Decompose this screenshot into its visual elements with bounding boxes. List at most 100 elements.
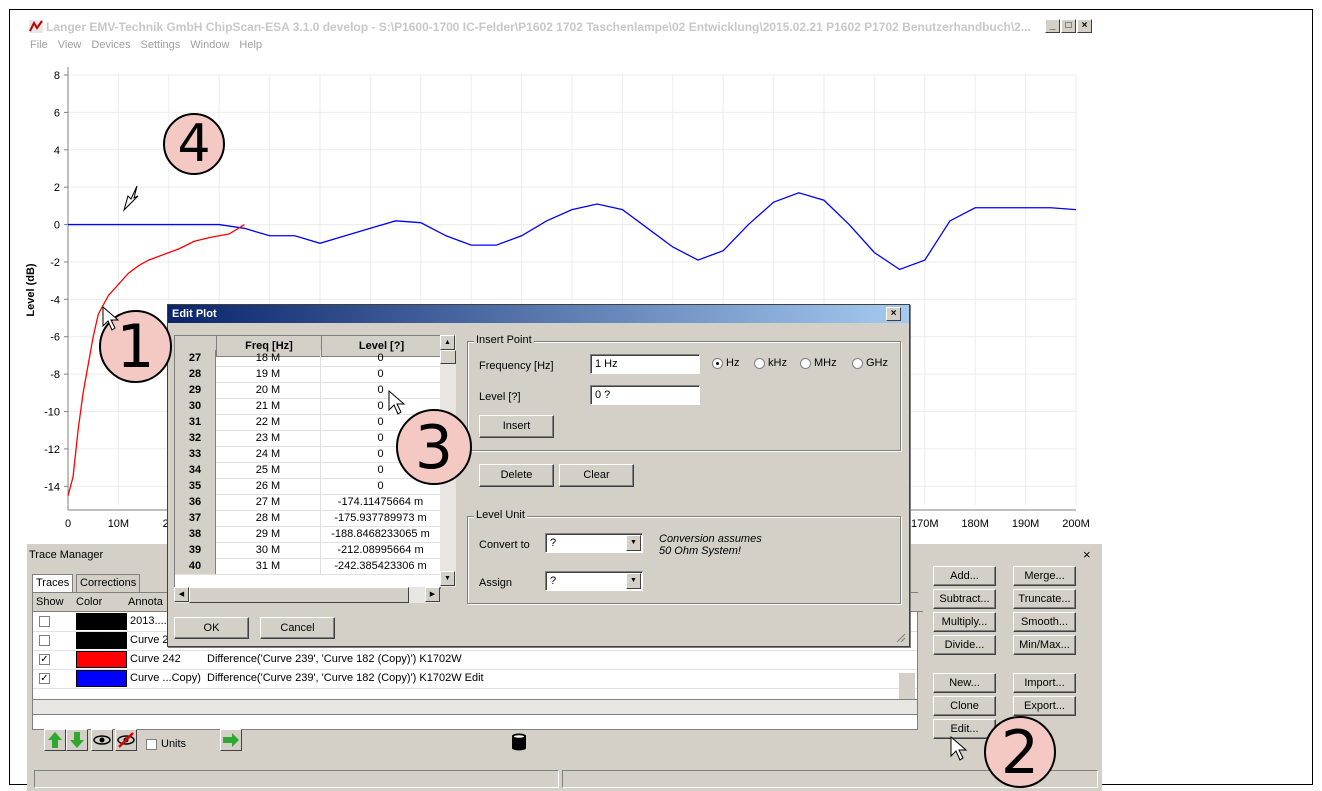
divide-button[interactable]: Divide... (933, 635, 996, 655)
convert-to-select[interactable]: ? ▼ (545, 533, 643, 553)
freq-cell[interactable]: 29 M (216, 526, 321, 542)
import-button[interactable]: Import... (1013, 673, 1076, 693)
level-cell[interactable]: 0 (321, 382, 440, 398)
delete-button[interactable]: Delete (479, 464, 554, 487)
table-row[interactable]: 27 18 M0 (175, 350, 440, 367)
unit-radio-ghz[interactable] (852, 358, 863, 369)
apply-arrow-icon[interactable] (220, 729, 242, 751)
trace-row[interactable]: ✓ Curve ...Copy) Difference('Curve 239', '… (33, 669, 917, 689)
table-row[interactable]: 37 28 M -175.937789973 m (175, 510, 440, 527)
level-cell[interactable]: -212.08995664 m (321, 542, 440, 558)
color-swatch[interactable] (76, 670, 127, 687)
move-down-icon[interactable] (66, 729, 88, 751)
scroll-left-icon[interactable]: ◀ (174, 587, 189, 602)
freq-cell[interactable]: 27 M (216, 494, 321, 510)
freq-cell[interactable]: 19 M (216, 366, 321, 382)
annotation-2: 2 (984, 716, 1056, 788)
level-cell[interactable]: 0 (321, 366, 440, 382)
level-cell[interactable]: -174.11475664 m (321, 494, 440, 510)
unit-radio-mhz[interactable] (800, 358, 811, 369)
trace-row[interactable]: ✓ Curve 242 Difference('Curve 239', 'Curve… (33, 650, 917, 670)
smooth-button[interactable]: Smooth... (1013, 612, 1076, 632)
multiply-button[interactable]: Multiply... (933, 612, 996, 632)
minmax-button[interactable]: Min/Max... (1013, 635, 1076, 655)
freq-cell[interactable]: 23 M (216, 430, 321, 446)
level-cell[interactable]: -242.385423306 m (321, 558, 440, 574)
frequency-input[interactable]: 1 Hz (590, 354, 700, 374)
unit-radio-label[interactable]: MHz (814, 357, 837, 369)
freq-cell[interactable]: 25 M (216, 462, 321, 478)
assign-select[interactable]: ? ▼ (545, 571, 643, 591)
table-row[interactable]: 28 19 M0 (175, 366, 440, 383)
table-row[interactable]: 38 29 M -188.8468233065 m (175, 526, 440, 543)
unit-radio-khz[interactable] (754, 358, 765, 369)
level-cell[interactable]: -188.8468233065 m (321, 526, 440, 542)
freq-cell[interactable]: 20 M (216, 382, 321, 398)
unit-radio-label[interactable]: kHz (768, 357, 787, 369)
show-checkbox[interactable] (39, 616, 50, 627)
scroll-up-icon[interactable]: ▲ (440, 335, 455, 350)
show-checkbox[interactable]: ✓ (39, 654, 50, 665)
level-cell[interactable]: -175.937789973 m (321, 510, 440, 526)
cancel-button[interactable]: Cancel (260, 617, 335, 639)
subtract-button[interactable]: Subtract... (933, 589, 996, 609)
scroll-thumb[interactable] (440, 350, 456, 364)
freq-cell[interactable]: 26 M (216, 478, 321, 494)
unit-radio-label[interactable]: Hz (726, 357, 739, 369)
tab-traces[interactable]: Traces (32, 574, 74, 592)
level-input[interactable]: 0 ? (590, 385, 700, 405)
show-all-eye-icon[interactable] (91, 729, 113, 751)
table-row[interactable]: 35 26 M0 (175, 478, 440, 495)
dialog-close-button[interactable]: × (886, 307, 901, 321)
traces-hscroll[interactable] (32, 699, 918, 715)
freq-cell[interactable]: 21 M (216, 398, 321, 414)
hscroll-thumb[interactable] (189, 587, 409, 603)
chevron-down-icon[interactable]: ▼ (626, 535, 641, 551)
column-show[interactable]: Show (36, 593, 64, 612)
freq-cell[interactable]: 28 M (216, 510, 321, 526)
freq-cell[interactable]: 31 M (216, 558, 321, 574)
level-cell[interactable]: 0 (321, 350, 440, 366)
truncate-button[interactable]: Truncate... (1013, 589, 1076, 609)
resize-grip-icon[interactable] (894, 631, 906, 643)
unit-radio-hz[interactable] (712, 358, 723, 369)
row-number: 31 (175, 414, 216, 430)
column-color[interactable]: Color (76, 593, 102, 612)
units-checkbox[interactable] (146, 739, 157, 750)
color-swatch[interactable] (76, 632, 127, 649)
x-tick-label: 200M (1062, 518, 1090, 530)
chevron-down-icon[interactable]: ▼ (626, 573, 641, 589)
level-unit-group: Level Unit (467, 509, 901, 604)
column-annotation[interactable]: Annota (128, 593, 163, 612)
tab-corrections[interactable]: Corrections (76, 574, 141, 592)
table-row[interactable]: 36 27 M -174.11475664 m (175, 494, 440, 511)
show-checkbox[interactable] (39, 635, 50, 646)
scroll-right-icon[interactable]: ▶ (425, 587, 440, 602)
freq-cell[interactable]: 22 M (216, 414, 321, 430)
grid-hscroll[interactable]: ◀ ▶ (174, 587, 440, 603)
new-button[interactable]: New... (933, 673, 996, 693)
freq-cell[interactable]: 30 M (216, 542, 321, 558)
ok-button[interactable]: OK (174, 617, 249, 639)
export-button[interactable]: Export... (1013, 696, 1076, 716)
database-icon[interactable] (511, 733, 527, 754)
y-tick-label: 4 (54, 145, 60, 157)
clear-button[interactable]: Clear (559, 464, 634, 487)
unit-radio-label[interactable]: GHz (866, 357, 888, 369)
freq-cell[interactable]: 24 M (216, 446, 321, 462)
clone-button[interactable]: Clone (933, 696, 996, 716)
freq-cell[interactable]: 18 M (216, 350, 321, 366)
table-row[interactable]: 40 31 M -242.385423306 m (175, 558, 440, 575)
level-unit-label: Level Unit (474, 509, 527, 521)
trace-manager-close-icon[interactable]: × (1083, 547, 1091, 562)
scroll-down-icon[interactable]: ▼ (440, 571, 455, 586)
add-button[interactable]: Add... (933, 566, 996, 586)
move-up-icon[interactable] (44, 729, 66, 751)
color-swatch[interactable] (76, 613, 127, 630)
merge-button[interactable]: Merge... (1013, 566, 1076, 586)
table-row[interactable]: 39 30 M -212.08995664 m (175, 542, 440, 559)
insert-button[interactable]: Insert (479, 415, 554, 438)
color-swatch[interactable] (76, 651, 127, 668)
show-checkbox[interactable]: ✓ (39, 673, 50, 684)
hide-all-eye-icon[interactable] (115, 729, 137, 751)
